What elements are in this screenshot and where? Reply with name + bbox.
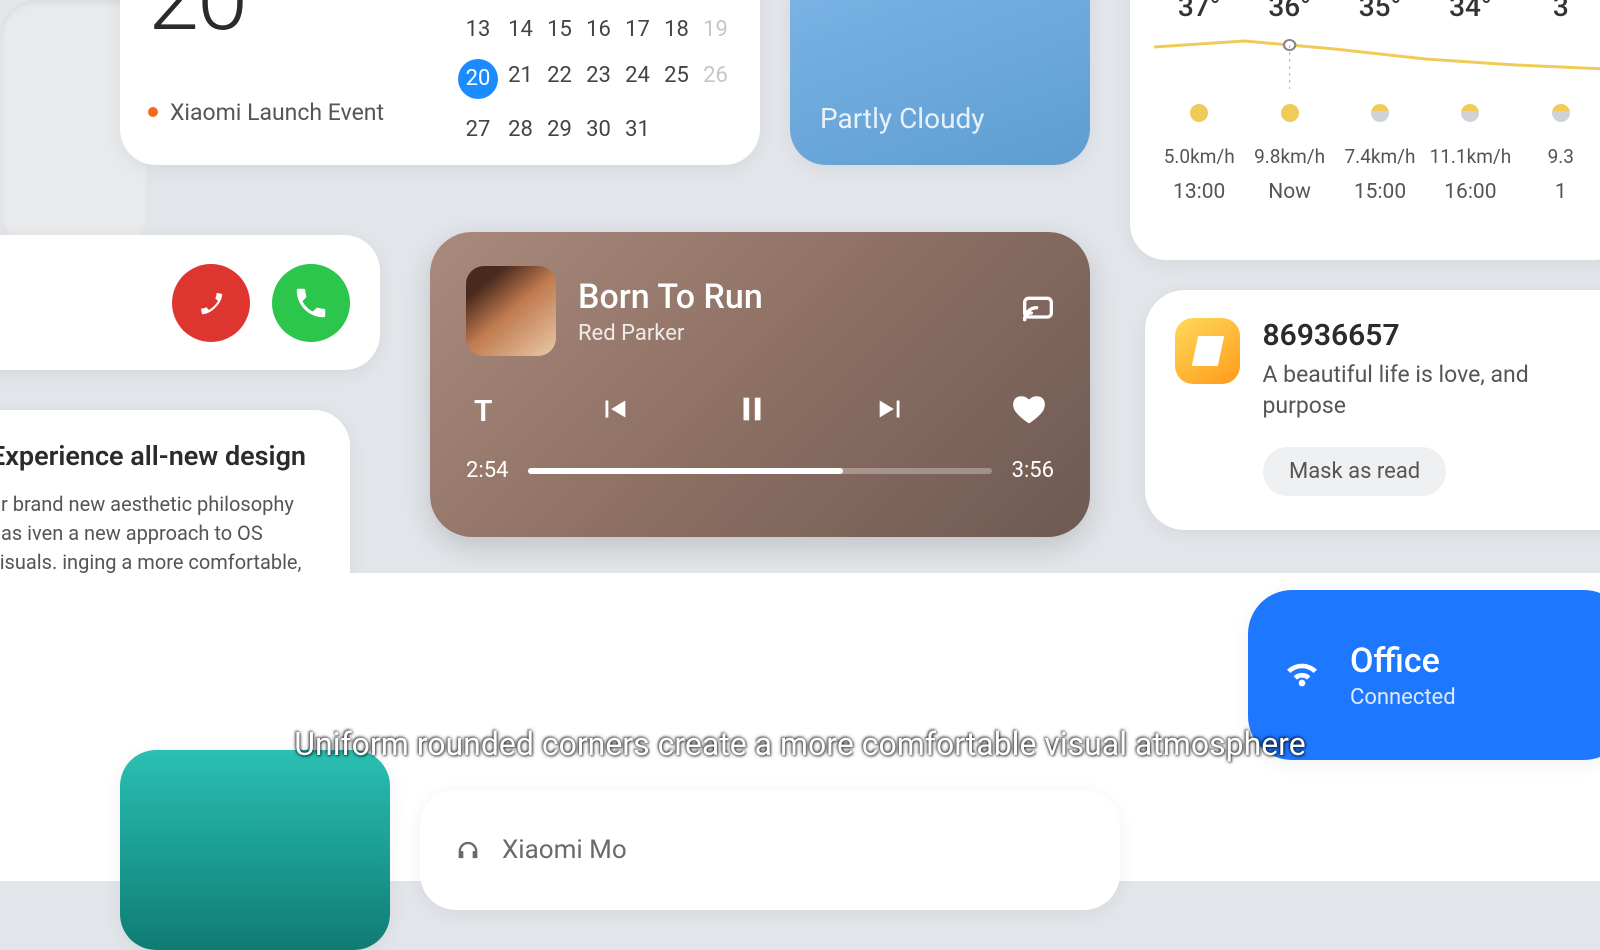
calendar-day[interactable]: 23 — [582, 59, 615, 101]
forecast-condition-icon — [1425, 103, 1515, 127]
pause-icon — [735, 392, 769, 426]
cast-button[interactable] — [1022, 293, 1054, 329]
calendar-day[interactable]: 16 — [582, 13, 615, 48]
calendar-day[interactable]: 13 — [458, 13, 498, 48]
photo-widget[interactable] — [120, 750, 390, 950]
time-total: 3:56 — [1012, 458, 1054, 483]
forecast-time: 16:00 — [1425, 180, 1515, 204]
incoming-call-widget — [0, 235, 380, 370]
forecast-wind: 5.0km/h — [1154, 145, 1244, 168]
skip-next-icon — [874, 392, 908, 426]
forecast-wind: 9.3 — [1516, 145, 1600, 168]
calendar-day[interactable]: 8 — [543, 0, 576, 1]
calendar-event[interactable]: Xiaomi Launch Event — [148, 99, 458, 126]
forecast-temp: 35° — [1335, 0, 1425, 23]
forecast-wind: 7.4km/h — [1335, 145, 1425, 168]
dialog-title: Experience all-new design — [0, 440, 320, 472]
notes-app-icon — [1175, 318, 1240, 384]
song-artist: Red Parker — [578, 321, 763, 346]
forecast-temp: 3 — [1516, 0, 1600, 23]
calendar-day[interactable]: 26 — [699, 59, 732, 101]
calendar-day[interactable]: 17 — [621, 13, 654, 48]
calendar-day[interactable] — [660, 113, 693, 148]
weather-condition-text: Partly Cloudy — [820, 102, 985, 135]
song-title: Born To Run — [578, 277, 763, 317]
forecast-wind: 11.1km/h — [1425, 145, 1515, 168]
weather-forecast-widget[interactable]: 37°36°35°34°3 5.0km/h9.8km/h7.4km/h11.1k… — [1130, 0, 1600, 260]
calendar-day[interactable]: 22 — [543, 59, 576, 101]
event-title: Xiaomi Launch Event — [170, 99, 384, 126]
calendar-day[interactable]: 10 — [621, 0, 654, 1]
forecast-time: Now — [1244, 180, 1334, 204]
forecast-temp: 36° — [1244, 0, 1334, 23]
notification-card[interactable]: 86936657 A beautiful life is love, and p… — [1145, 290, 1600, 530]
forecast-time: 15:00 — [1335, 180, 1425, 204]
previous-track-button[interactable] — [597, 392, 631, 430]
event-dot-icon — [148, 107, 158, 117]
calendar-day[interactable]: 9 — [582, 0, 615, 1]
forecast-time: 13:00 — [1154, 180, 1244, 204]
calendar-day[interactable]: 12 — [699, 0, 732, 1]
play-pause-button[interactable] — [735, 392, 769, 430]
mark-as-read-button[interactable]: Mask as read — [1263, 447, 1446, 496]
forecast-temp: 37° — [1154, 0, 1244, 23]
calendar-day[interactable]: 19 — [699, 13, 732, 48]
cast-icon — [1022, 293, 1054, 325]
calendar-day[interactable]: 7 — [504, 0, 537, 1]
forecast-time: 1 — [1516, 180, 1600, 204]
notification-body: A beautiful life is love, and purpose — [1262, 359, 1600, 421]
calendar-day[interactable]: 11 — [660, 0, 693, 1]
skip-previous-icon — [597, 392, 631, 426]
wifi-status: Connected — [1350, 685, 1456, 710]
album-art[interactable] — [466, 266, 556, 356]
forecast-wind: 9.8km/h — [1244, 145, 1334, 168]
calendar-month-grid[interactable]: 6 7 8 9 10 11 12 13141516171819 20212223242526 27… — [458, 0, 732, 147]
calendar-day[interactable]: 27 — [458, 113, 498, 148]
time-elapsed: 2:54 — [466, 458, 508, 483]
forecast-condition-icon — [1154, 103, 1244, 127]
headphones-icon — [454, 836, 482, 864]
forecast-condition-icon — [1335, 103, 1425, 127]
calendar-day[interactable]: 6 — [458, 0, 498, 1]
calendar-day[interactable]: 25 — [660, 59, 693, 101]
calendar-day[interactable]: 14 — [504, 13, 537, 48]
audio-device-name: Xiaomi Mo — [502, 835, 627, 865]
accept-call-button[interactable] — [272, 264, 350, 342]
calendar-day[interactable]: 28 — [504, 113, 537, 148]
notification-title: 86936657 — [1262, 318, 1600, 353]
forecast-condition-icon — [1244, 103, 1334, 127]
calendar-day[interactable] — [699, 113, 732, 148]
phone-icon — [292, 284, 330, 322]
calendar-day[interactable]: 24 — [621, 59, 654, 101]
calendar-day[interactable]: 29 — [543, 113, 576, 148]
forecast-condition-icon — [1516, 103, 1600, 127]
heart-icon — [1012, 392, 1046, 426]
calendar-day[interactable]: 21 — [504, 59, 537, 101]
wifi-network-name: Office — [1350, 641, 1456, 681]
phone-hangup-icon — [192, 284, 230, 322]
calendar-widget[interactable]: 20 Xiaomi Launch Event 67891011121314151… — [120, 0, 760, 165]
wifi-icon — [1282, 653, 1322, 697]
forecast-temperature-line — [1154, 29, 1600, 89]
calendar-day[interactable]: 20 — [458, 59, 498, 99]
calendar-day[interactable]: 15 — [543, 13, 576, 48]
audio-output-card[interactable]: Xiaomi Mo — [420, 790, 1120, 910]
music-player-widget[interactable]: Born To Run Red Parker T 2:54 3:56 — [430, 232, 1090, 537]
seek-bar[interactable] — [528, 468, 991, 474]
calendar-day[interactable]: 31 — [621, 113, 654, 148]
next-track-button[interactable] — [874, 392, 908, 430]
decline-call-button[interactable] — [172, 264, 250, 342]
calendar-day[interactable]: 30 — [582, 113, 615, 148]
forecast-temp: 34° — [1425, 0, 1515, 23]
calendar-day-number: 20 — [148, 0, 458, 41]
video-caption: Uniform rounded corners create a more co… — [0, 725, 1600, 763]
lyrics-button[interactable]: T — [474, 394, 492, 429]
weather-condition-widget[interactable]: Partly Cloudy — [790, 0, 1090, 165]
calendar-day[interactable]: 18 — [660, 13, 693, 48]
favorite-button[interactable] — [1012, 392, 1046, 430]
